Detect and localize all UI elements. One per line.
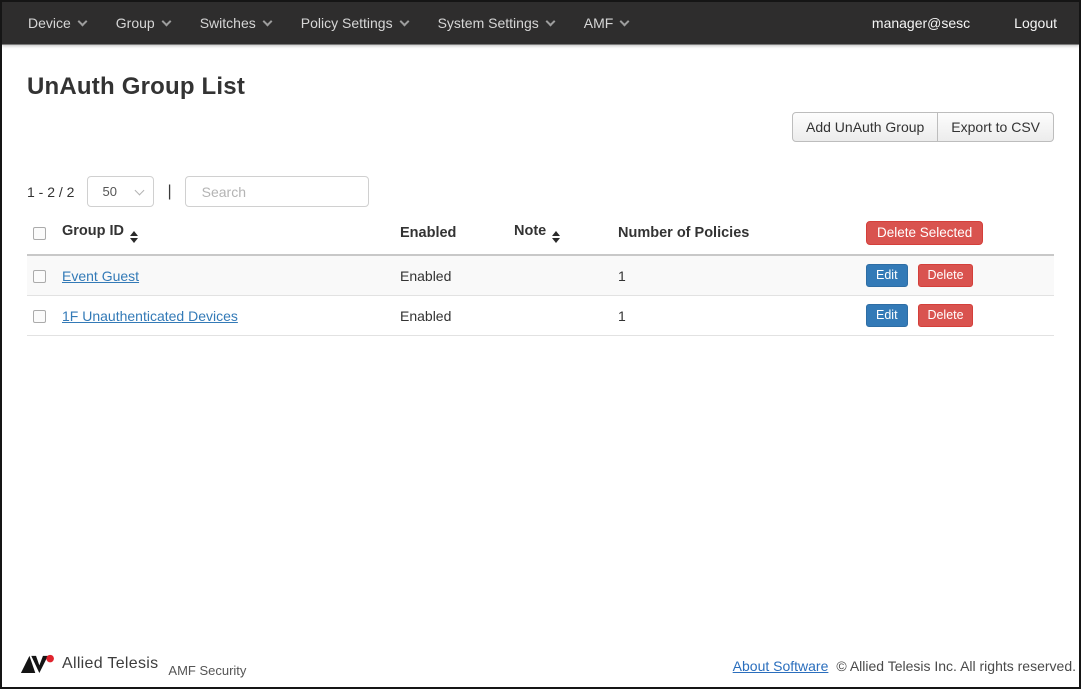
nav-item-system-settings[interactable]: System Settings — [426, 5, 568, 41]
nav-item-switches-label: Switches — [200, 15, 256, 31]
footer-brand: Allied Telesis AMF Security — [20, 653, 246, 678]
column-header-group-id-label: Group ID — [62, 223, 124, 239]
chevron-down-icon — [399, 16, 409, 26]
page-title: UnAuth Group List — [27, 73, 1054, 101]
chevron-down-icon — [545, 16, 555, 26]
page-size-value: 50 — [102, 184, 116, 199]
footer-right: About Software © Allied Telesis Inc. All… — [733, 658, 1076, 674]
delete-button[interactable]: Delete — [918, 264, 972, 287]
nav-item-amf-label: AMF — [584, 15, 614, 31]
logout-button[interactable]: Logout — [1014, 15, 1065, 31]
group-link[interactable]: Event Guest — [62, 268, 139, 284]
chevron-down-icon — [620, 16, 630, 26]
search-box — [185, 176, 369, 207]
nav-item-device[interactable]: Device — [16, 5, 100, 41]
product-name: AMF Security — [168, 663, 246, 678]
nav-menu: Device Group Switches Policy Settings Sy… — [16, 5, 642, 41]
allied-telesis-logo-icon — [20, 653, 56, 675]
sort-icon — [130, 231, 138, 243]
policies-value: 1 — [612, 255, 860, 296]
sort-icon — [552, 231, 560, 243]
nav-item-device-label: Device — [28, 15, 71, 31]
list-controls: 1 - 2 / 2 50 | — [27, 176, 1054, 207]
policies-value: 1 — [612, 296, 860, 336]
logged-in-user: manager@sesc — [872, 15, 970, 31]
nav-item-group[interactable]: Group — [104, 5, 184, 41]
column-header-group-id[interactable]: Group ID — [56, 216, 394, 255]
add-unauth-group-button[interactable]: Add UnAuth Group — [792, 112, 938, 142]
search-input[interactable] — [202, 184, 383, 200]
note-value — [508, 296, 612, 336]
separator: | — [167, 183, 171, 201]
enabled-value: Enabled — [394, 296, 508, 336]
chevron-down-icon — [262, 16, 272, 26]
table-row: Event Guest Enabled 1 Edit Delete — [27, 255, 1054, 296]
top-navbar: Device Group Switches Policy Settings Sy… — [2, 2, 1079, 44]
page-size-select[interactable]: 50 — [87, 176, 154, 207]
chevron-down-icon — [135, 185, 145, 195]
edit-button[interactable]: Edit — [866, 304, 908, 327]
column-header-note-label: Note — [514, 223, 546, 239]
delete-button[interactable]: Delete — [918, 304, 972, 327]
nav-item-policy-settings-label: Policy Settings — [301, 15, 393, 31]
edit-button[interactable]: Edit — [866, 264, 908, 287]
row-checkbox[interactable] — [33, 270, 46, 283]
pagination-range: 1 - 2 / 2 — [27, 184, 74, 200]
enabled-value: Enabled — [394, 255, 508, 296]
brand-wrap: Allied Telesis — [20, 653, 158, 675]
chevron-down-icon — [77, 16, 87, 26]
note-value — [508, 255, 612, 296]
toolbar: Add UnAuth Group Export to CSV — [27, 112, 1054, 142]
row-checkbox[interactable] — [33, 310, 46, 323]
export-to-csv-button[interactable]: Export to CSV — [937, 112, 1054, 142]
nav-item-group-label: Group — [116, 15, 155, 31]
column-header-policies: Number of Policies — [612, 216, 860, 255]
delete-selected-button[interactable]: Delete Selected — [866, 221, 983, 245]
column-header-enabled: Enabled — [394, 216, 508, 255]
chevron-down-icon — [161, 16, 171, 26]
table-header-row: Group ID Enabled Note Number of Policies… — [27, 216, 1054, 255]
group-link[interactable]: 1F Unauthenticated Devices — [62, 308, 238, 324]
column-header-note[interactable]: Note — [508, 216, 612, 255]
about-software-link[interactable]: About Software — [733, 658, 829, 674]
nav-item-system-settings-label: System Settings — [438, 15, 539, 31]
main-content: UnAuth Group List Add UnAuth Group Expor… — [2, 44, 1079, 648]
nav-item-switches[interactable]: Switches — [188, 5, 285, 41]
select-all-checkbox[interactable] — [33, 227, 46, 240]
unauth-group-table: Group ID Enabled Note Number of Policies… — [27, 216, 1054, 336]
nav-item-policy-settings[interactable]: Policy Settings — [289, 5, 422, 41]
nav-item-amf[interactable]: AMF — [572, 5, 643, 41]
table-row: 1F Unauthenticated Devices Enabled 1 Edi… — [27, 296, 1054, 336]
brand-name: Allied Telesis — [62, 655, 158, 673]
footer: Allied Telesis AMF Security About Softwa… — [2, 648, 1079, 687]
nav-right: manager@sesc Logout — [872, 15, 1065, 31]
copyright-text: © Allied Telesis Inc. All rights reserve… — [836, 658, 1076, 674]
app-window: Device Group Switches Policy Settings Sy… — [0, 0, 1081, 689]
column-header-actions: Delete Selected — [860, 216, 1054, 255]
